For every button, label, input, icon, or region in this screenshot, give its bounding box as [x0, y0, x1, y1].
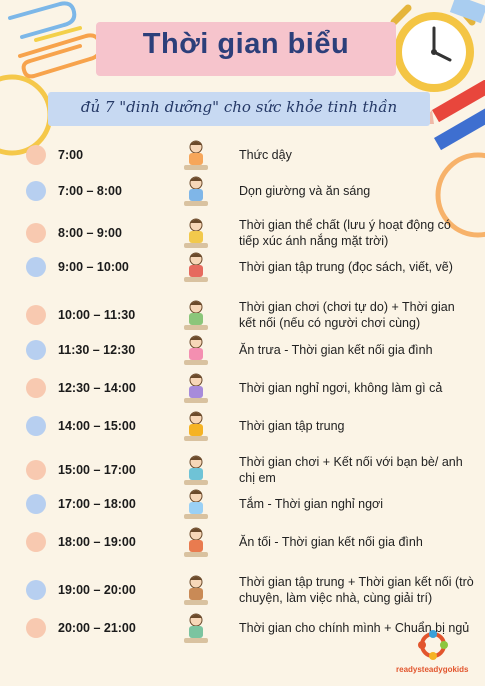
schedule-activity: Thời gian tập trung (đọc sách, viết, vẽ): [239, 260, 453, 274]
painting-icon: [184, 252, 208, 282]
schedule-time: 11:30 – 12:30: [58, 343, 136, 357]
schedule-row: 10:00 – 11:30 Thời gian chơi (chơi tự do)…: [0, 297, 485, 337]
friends-icon: [184, 455, 208, 485]
schedule-row: 7:00 Thức dậy: [0, 140, 485, 183]
schedule-activity: Thời gian thể chất (lưu ý hoạt động có t…: [239, 218, 451, 248]
bullet-dot: [26, 223, 46, 243]
schedule-activity: Thời gian nghỉ ngơi, không làm gì cả: [239, 381, 443, 395]
schedule-activity: Thời gian tập trung + Thời gian kết nối …: [239, 575, 474, 605]
schedule-activity: Thời gian tập trung: [239, 419, 345, 433]
schedule-time: 7:00 – 8:00: [58, 184, 122, 198]
bullet-dot: [26, 416, 46, 436]
playing-icon: [184, 300, 208, 330]
schedule-row: 20:00 – 21:00 Thời gian cho chính mình + …: [0, 613, 485, 656]
shower-icon: [184, 489, 208, 519]
schedule-activity: Thức dậy: [239, 148, 292, 162]
schedule-time: 17:00 – 18:00: [58, 497, 136, 511]
schedule-row: 7:00 – 8:00 Dọn giường và ăn sáng: [0, 176, 485, 219]
logo-text: readysteadygokids: [396, 665, 469, 674]
bullet-dot: [26, 532, 46, 552]
bullet-dot: [26, 378, 46, 398]
schedule-row: 12:30 – 14:00 Thời gian nghỉ ngơi, không …: [0, 373, 485, 416]
bullet-dot: [26, 305, 46, 325]
schedule-time: 20:00 – 21:00: [58, 621, 136, 635]
bullet-dot: [26, 618, 46, 638]
breakfast-icon: [184, 176, 208, 206]
schedule-row: 18:00 – 19:00 Ăn tối - Thời gian kết nối …: [0, 527, 485, 570]
schedule-activity: Ăn trưa - Thời gian kết nối gia đình: [239, 343, 433, 357]
schedule-time: 19:00 – 20:00: [58, 583, 136, 597]
schedule-time: 15:00 – 17:00: [58, 463, 136, 477]
bullet-dot: [26, 580, 46, 600]
schedule-row: 9:00 – 10:00 Thời gian tập trung (đọc sác…: [0, 252, 485, 295]
schedule-time: 12:30 – 14:00: [58, 381, 136, 395]
schedule-activity: Tắm - Thời gian nghỉ ngơi: [239, 497, 384, 511]
schedule-activity: Ăn tối - Thời gian kết nối gia đình: [239, 535, 423, 549]
schedule-list: 7:00 Thức dậy 7:00 – 8:00 Dọn giường và ăn …: [0, 0, 485, 686]
bullet-dot: [26, 460, 46, 480]
bullet-dot: [26, 340, 46, 360]
bullet-dot: [26, 257, 46, 277]
logo-icon: [418, 630, 448, 660]
schedule-activity: Thời gian chơi (chơi tự do) + Thời gian …: [239, 300, 455, 330]
schedule-time: 9:00 – 10:00: [58, 260, 129, 274]
schedule-row: 14:00 – 15:00 Thời gian tập trung: [0, 411, 485, 454]
schedule-activity: Thời gian chơi + Kết nối với bạn bè/ anh…: [239, 455, 463, 485]
lunch-icon: [184, 335, 208, 365]
dinner-icon: [184, 527, 208, 557]
bullet-dot: [26, 145, 46, 165]
chores-icon: [184, 575, 208, 605]
reading-icon: [184, 411, 208, 441]
bullet-dot: [26, 181, 46, 201]
bullet-dot: [26, 494, 46, 514]
schedule-time: 8:00 – 9:00: [58, 226, 122, 240]
schedule-row: 15:00 – 17:00 Thời gian chơi + Kết nối vớ…: [0, 452, 485, 492]
schedule-time: 10:00 – 11:30: [58, 308, 136, 322]
schedule-activity: Dọn giường và ăn sáng: [239, 184, 371, 198]
schedule-row: 11:30 – 12:30 Ăn trưa - Thời gian kết nối…: [0, 335, 485, 378]
schedule-time: 18:00 – 19:00: [58, 535, 136, 549]
schedule-row: 8:00 – 9:00 Thời gian thể chất (lưu ý hoạ…: [0, 215, 485, 255]
resting-icon: [184, 373, 208, 403]
schedule-time: 14:00 – 15:00: [58, 419, 136, 433]
wake-up-icon: [184, 140, 208, 170]
schedule-row: 17:00 – 18:00 Tắm - Thời gian nghỉ ngơi: [0, 489, 485, 532]
schedule-time: 7:00: [58, 148, 84, 162]
meditation-icon: [184, 613, 208, 643]
schedule-row: 19:00 – 20:00 Thời gian tập trung + Thời …: [0, 572, 485, 612]
exercise-icon: [184, 218, 208, 248]
